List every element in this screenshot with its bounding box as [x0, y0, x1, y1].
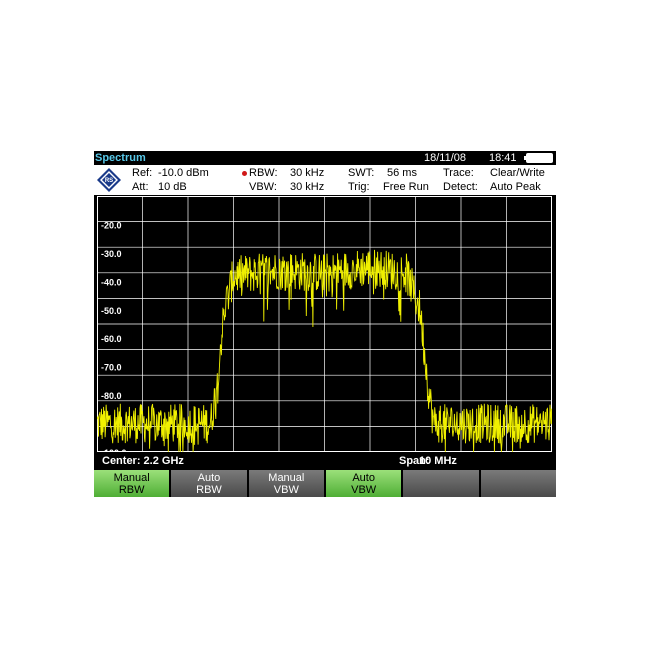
trig-label: Trig:	[348, 181, 370, 193]
softkey-line2: VBW	[351, 483, 377, 496]
battery-icon	[524, 153, 553, 163]
softkey-bar: Manual RBW Auto RBW Manual VBW Auto VBW	[94, 470, 556, 497]
y-tick-label: -60.0	[101, 334, 122, 344]
att-label: Att:	[132, 181, 149, 193]
time-display: 18:41	[489, 152, 517, 164]
softkey-auto-vbw[interactable]: Auto VBW	[325, 470, 402, 497]
svg-text:RS: RS	[105, 178, 113, 184]
softkey-empty-5[interactable]	[403, 470, 479, 497]
y-tick-label: -80.0	[101, 391, 122, 401]
softkey-manual-rbw[interactable]: Manual RBW	[94, 470, 170, 497]
softkey-line1: Manual	[113, 471, 150, 484]
trace-value: Clear/Write	[490, 167, 545, 179]
ref-label: Ref:	[132, 167, 153, 179]
y-tick-label: -30.0	[101, 249, 122, 259]
y-tick-label: -20.0	[101, 220, 122, 230]
settings-bar: RS Ref: -10.0 dBm Att: 10 dB RBW: 30 kHz…	[94, 165, 556, 195]
softkey-auto-rbw[interactable]: Auto RBW	[171, 470, 247, 497]
softkey-line2: RBW	[118, 483, 145, 496]
vbw-label: VBW:	[249, 181, 277, 193]
rohde-schwarz-logo-icon: RS	[97, 168, 121, 192]
trace-label: Trace:	[443, 167, 474, 179]
y-tick-label: -50.0	[101, 306, 122, 316]
date-display: 18/11/08	[424, 152, 467, 164]
swt-label: SWT:	[348, 167, 375, 179]
mode-title: Spectrum	[95, 152, 146, 164]
softkey-empty-6[interactable]	[480, 470, 556, 497]
softkey-manual-vbw[interactable]: Manual VBW	[248, 470, 324, 497]
center-frequency: Center: 2.2 GHz	[102, 455, 184, 467]
softkey-line1: Auto	[197, 471, 221, 484]
analyzer-screen: Spectrum 18/11/08 18:41 RS Ref: -10.0 dB…	[94, 151, 556, 497]
ref-value: -10.0 dBm	[158, 167, 209, 179]
softkey-line1: Auto	[352, 471, 375, 484]
rbw-value: 30 kHz	[290, 167, 325, 179]
detect-label: Detect:	[443, 181, 478, 193]
spectrum-plot: -20.0-30.0-40.0-50.0-60.0-70.0-80.0-100.…	[97, 196, 552, 452]
att-value: 10 dB	[158, 181, 187, 193]
y-tick-label: -70.0	[101, 363, 122, 373]
vbw-value: 30 kHz	[290, 181, 325, 193]
swt-value: 56 ms	[387, 167, 417, 179]
rbw-label: RBW:	[249, 167, 278, 179]
softkey-line2: VBW	[273, 483, 299, 496]
trig-value: Free Run	[383, 181, 429, 193]
softkey-line2: RBW	[196, 483, 222, 496]
span-value: 10 MHz	[419, 455, 457, 467]
softkey-line1: Manual	[268, 471, 305, 484]
rbw-indicator-dot	[242, 171, 247, 176]
y-tick-label: -40.0	[101, 277, 122, 287]
detect-value: Auto Peak	[490, 181, 541, 193]
frequency-bar: Center: 2.2 GHz Span: 10 MHz	[94, 452, 556, 469]
title-bar: Spectrum 18/11/08 18:41	[94, 151, 556, 165]
